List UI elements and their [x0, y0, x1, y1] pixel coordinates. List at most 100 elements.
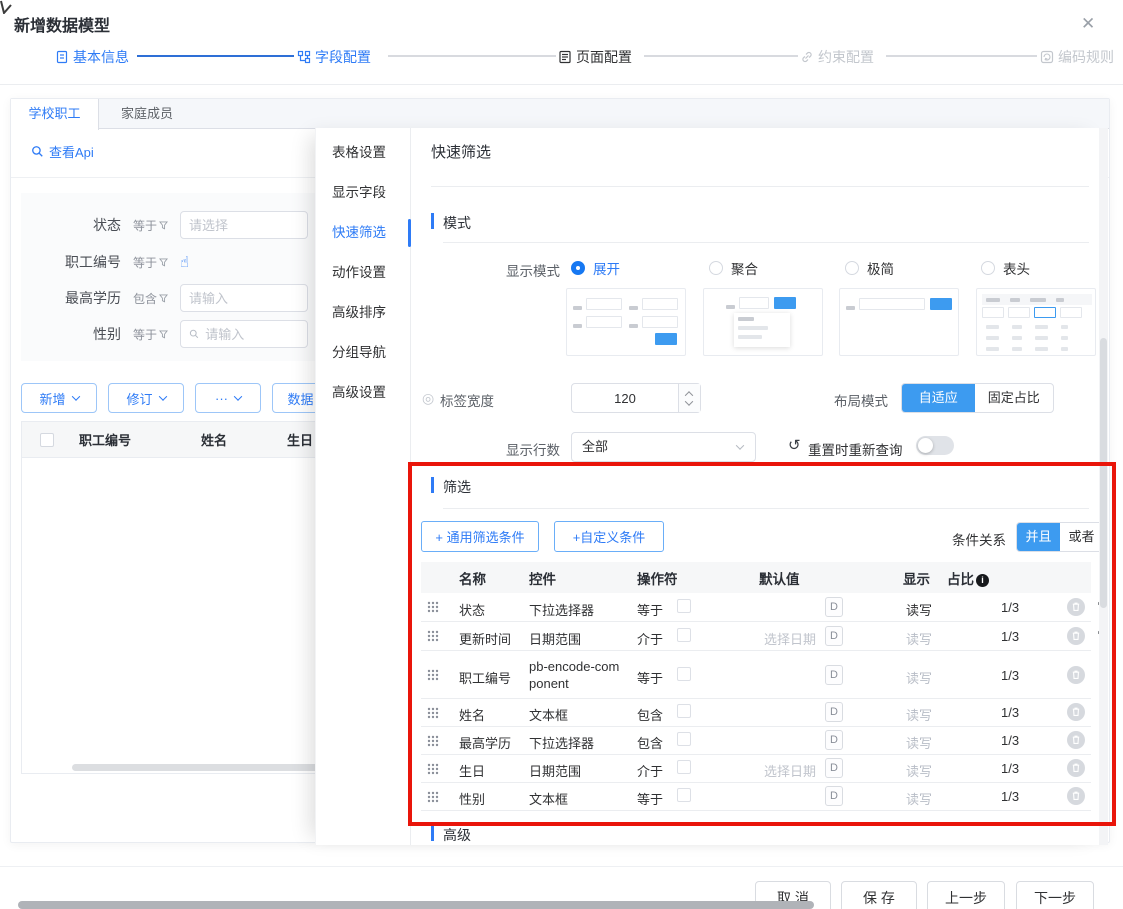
radio-minimal[interactable]: 极简 [845, 258, 894, 278]
preview-minimal[interactable] [839, 288, 959, 356]
preview-header[interactable] [976, 288, 1096, 356]
preview-expand[interactable] [566, 288, 686, 356]
add-common-filter-button[interactable]: + 通用筛选条件 [421, 521, 539, 552]
info-icon[interactable]: i [976, 574, 989, 587]
step-field-config[interactable]: 字段配置 [297, 46, 371, 68]
education-text-input[interactable] [189, 291, 299, 306]
step-constraint-config[interactable]: 约束配置 [800, 46, 874, 68]
cell-display[interactable]: 读写 [906, 629, 932, 648]
stepper-down-icon[interactable] [685, 397, 693, 405]
tab-family-members[interactable]: 家庭成员 [99, 99, 195, 129]
menu-item-group-nav[interactable]: 分组导航 [316, 333, 411, 373]
menu-item-advanced-settings[interactable]: 高级设置 [316, 373, 411, 413]
view-api-link[interactable]: 查看Api [31, 142, 94, 161]
step-encoding-rule[interactable]: 编码规则 [1040, 46, 1114, 68]
segment-and[interactable]: 并且 [1017, 523, 1060, 551]
drag-handle[interactable] [427, 707, 439, 722]
horizontal-scrollbar[interactable] [18, 901, 814, 909]
operator-label[interactable]: 等于 [133, 326, 168, 343]
next-step-button[interactable]: 下一步 [1016, 881, 1094, 909]
drag-handle[interactable] [427, 735, 439, 750]
default-d-button[interactable]: D [825, 758, 843, 778]
default-d-button[interactable]: D [825, 702, 843, 722]
step-page-config[interactable]: 页面配置 [558, 46, 632, 68]
operator-checkbox[interactable] [677, 732, 691, 746]
drag-handle[interactable] [427, 601, 439, 616]
tab-school-staff[interactable]: 学校职工 [11, 99, 99, 130]
radio-header[interactable]: 表头 [981, 258, 1030, 278]
close-icon[interactable]: ✕ [1081, 14, 1095, 34]
cell-control: 下拉选择器 [529, 733, 594, 752]
number-stepper[interactable] [678, 384, 700, 412]
cell-display[interactable]: 读写 [906, 705, 932, 724]
display-rows-select[interactable]: 全部 [571, 432, 756, 462]
drag-handle[interactable] [427, 669, 439, 684]
revise-button[interactable]: 修订 [108, 383, 184, 413]
cell-control: 文本框 [529, 789, 568, 808]
radio-icon [981, 261, 995, 275]
cell-default-placeholder[interactable]: 选择日期 [764, 629, 816, 648]
radio-aggregate[interactable]: 聚合 [709, 258, 758, 278]
step-basic-info[interactable]: 基本信息 [55, 46, 129, 68]
cell-default-placeholder[interactable]: 选择日期 [764, 761, 816, 780]
drag-handle[interactable] [427, 763, 439, 778]
operator-checkbox[interactable] [677, 599, 691, 613]
menu-item-display-fields[interactable]: 显示字段 [316, 173, 411, 213]
cell-display[interactable]: 读写 [906, 761, 932, 780]
gender-search-input[interactable] [180, 320, 308, 348]
prev-step-button[interactable]: 上一步 [927, 881, 1005, 909]
gender-text-input[interactable] [205, 327, 299, 342]
save-button[interactable]: 保 存 [841, 881, 917, 909]
menu-item-action-settings[interactable]: 动作设置 [316, 253, 411, 293]
drawer-scrollbar-thumb[interactable] [1100, 338, 1107, 608]
select-all-checkbox[interactable] [40, 433, 54, 447]
operator-checkbox[interactable] [677, 760, 691, 774]
cell-display[interactable]: 读写 [906, 668, 932, 687]
operator-label[interactable]: 等于 [133, 217, 168, 234]
menu-item-table-settings[interactable]: 表格设置 [316, 133, 411, 173]
reset-requery-toggle[interactable] [916, 436, 954, 455]
default-d-button[interactable]: D [825, 730, 843, 750]
cell-display[interactable]: 读写 [906, 600, 932, 619]
segment-adaptive[interactable]: 自适应 [902, 384, 975, 412]
default-d-button[interactable]: D [825, 626, 843, 646]
operator-checkbox[interactable] [677, 667, 691, 681]
drag-handle[interactable] [427, 630, 439, 645]
operator-checkbox[interactable] [677, 628, 691, 642]
radio-expand[interactable]: 展开 [571, 258, 620, 278]
default-d-button[interactable]: D [825, 597, 843, 617]
delete-icon[interactable] [1067, 703, 1085, 724]
delete-icon[interactable] [1067, 731, 1085, 752]
menu-item-advanced-sort[interactable]: 高级排序 [316, 293, 411, 333]
delete-icon[interactable] [1067, 598, 1085, 619]
add-button[interactable]: 新增 [21, 383, 97, 413]
drag-handle[interactable] [427, 791, 439, 806]
add-custom-filter-button[interactable]: +自定义条件 [554, 521, 664, 552]
preview-aggregate[interactable] [703, 288, 823, 356]
cell-display[interactable]: 读写 [906, 733, 932, 752]
default-d-button[interactable]: D [825, 786, 843, 806]
column-header[interactable]: 姓名 [201, 430, 227, 449]
operator-label[interactable]: 等于 [133, 254, 168, 271]
hand-pointer-icon[interactable]: ☝ [180, 253, 189, 271]
delete-icon[interactable] [1067, 787, 1085, 808]
delete-icon[interactable] [1067, 627, 1085, 648]
more-actions-button[interactable]: ··· [195, 383, 261, 413]
operator-checkbox[interactable] [677, 788, 691, 802]
menu-item-quick-filter[interactable]: 快速筛选 [316, 213, 411, 253]
status-select-input[interactable] [189, 218, 299, 233]
segment-fixed-ratio[interactable]: 固定占比 [975, 384, 1053, 412]
education-input[interactable] [180, 284, 308, 312]
operator-checkbox[interactable] [677, 704, 691, 718]
default-d-button[interactable]: D [825, 665, 843, 685]
operator-label[interactable]: 包含 [133, 290, 168, 307]
delete-icon[interactable] [1067, 666, 1085, 687]
label-width-value[interactable] [572, 384, 678, 412]
label-width-input[interactable] [571, 383, 701, 413]
column-header[interactable]: 职工编号 [79, 430, 131, 449]
column-header[interactable]: 生日 [287, 430, 313, 449]
cell-display[interactable]: 读写 [906, 789, 932, 808]
status-select[interactable] [180, 211, 308, 239]
segment-or[interactable]: 或者 [1060, 523, 1103, 551]
delete-icon[interactable] [1067, 759, 1085, 780]
